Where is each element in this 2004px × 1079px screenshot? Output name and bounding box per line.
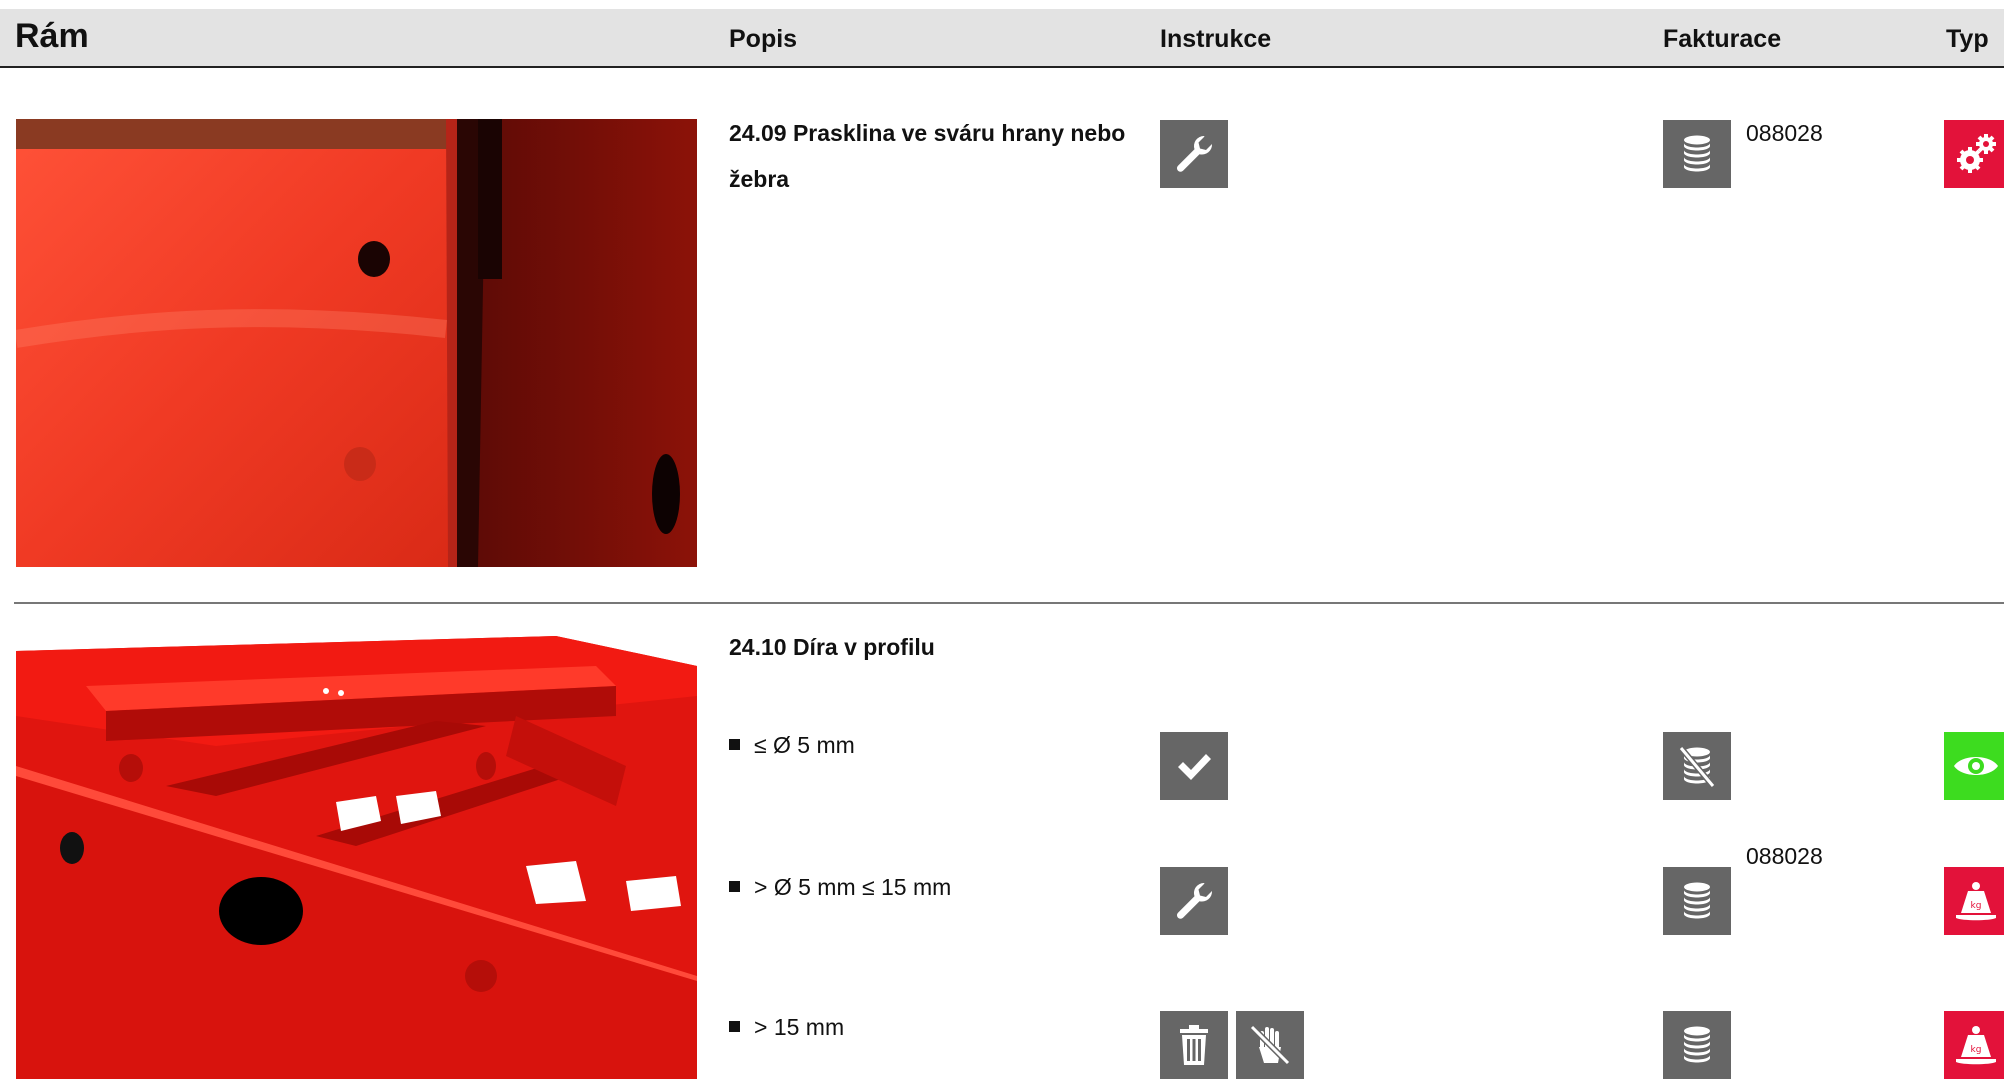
- bullet-icon: [729, 881, 740, 893]
- wrench-icon[interactable]: [1160, 120, 1228, 188]
- crack-photo: [16, 119, 697, 567]
- coins-icon[interactable]: [1663, 1011, 1731, 1079]
- table-header: Rám Popis Instrukce Fakturace Typ: [0, 9, 2004, 68]
- column-header-popis: Popis: [729, 25, 798, 53]
- page-title: Rám: [15, 17, 89, 55]
- checkmark-icon[interactable]: [1160, 732, 1228, 800]
- coins-icon[interactable]: [1663, 867, 1731, 935]
- trash-icon[interactable]: [1160, 1011, 1228, 1079]
- option-label: > Ø 5 mm ≤ 15 mm: [754, 874, 952, 900]
- wrench-icon[interactable]: [1160, 867, 1228, 935]
- row-divider: [14, 602, 2004, 604]
- column-header-fakturace: Fakturace: [1663, 25, 1782, 53]
- list-item: > Ø 5 mm ≤ 15 mm: [729, 874, 951, 901]
- eye-icon: [1944, 732, 2004, 800]
- billing-code: 088028: [1746, 120, 1823, 146]
- entry-title: 24.10 Díra v profilu: [729, 634, 935, 660]
- list-item: ≤ Ø 5 mm: [729, 732, 855, 759]
- weight-icon: [1944, 867, 2004, 935]
- weight-icon: [1944, 1011, 2004, 1079]
- no-touch-icon[interactable]: [1236, 1011, 1304, 1079]
- option-label: ≤ Ø 5 mm: [754, 732, 855, 758]
- column-header-typ: Typ: [1946, 25, 1989, 53]
- bullet-icon: [729, 739, 740, 751]
- entry-title: 24.09 Prasklina ve sváru hrany nebo žebr…: [729, 120, 1126, 192]
- frame-3d-render: [16, 636, 697, 1079]
- billing-code: 088028: [1746, 843, 1823, 869]
- option-label: > 15 mm: [754, 1014, 845, 1040]
- list-item: > 15 mm: [729, 1014, 844, 1041]
- bullet-icon: [729, 1021, 740, 1033]
- column-header-instrukce: Instrukce: [1160, 25, 1272, 53]
- coins-icon[interactable]: [1663, 120, 1731, 188]
- coins-crossed-icon[interactable]: [1663, 732, 1731, 800]
- gears-icon: [1944, 120, 2004, 188]
